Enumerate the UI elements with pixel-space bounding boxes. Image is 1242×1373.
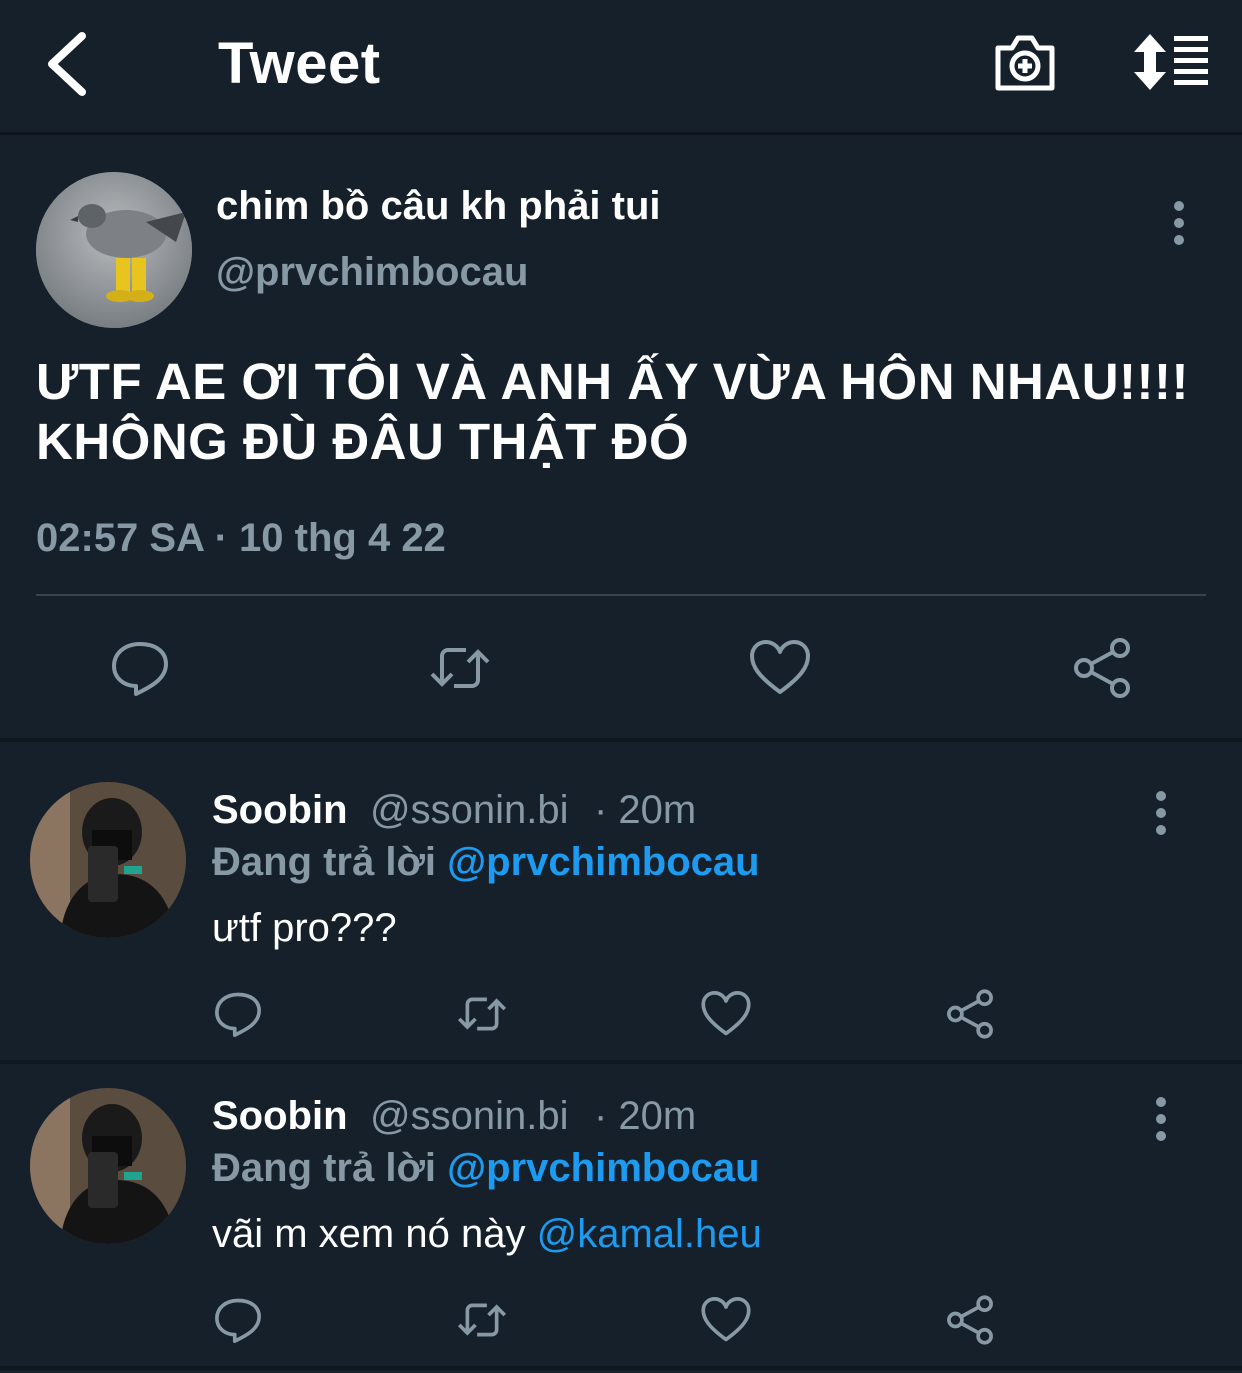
reply-text: vãi m xem nó này @kamal.heu xyxy=(212,1212,762,1257)
tweet-text: ƯTF AE ƠI TÔI VÀ ANH ẤY VỪA HÔN NHAU!!!!… xyxy=(36,353,1189,470)
reply-text-body: vãi m xem nó này xyxy=(212,1212,526,1256)
back-button[interactable] xyxy=(42,28,94,100)
tweet-more-button[interactable] xyxy=(1164,200,1194,246)
reply-text: ưtf pro??? xyxy=(212,906,397,951)
like-icon xyxy=(701,1297,751,1342)
replying-to: Đang trả lời @prvchimbocau xyxy=(212,1146,760,1191)
share-button[interactable] xyxy=(1070,636,1134,700)
camera-add-button[interactable] xyxy=(992,30,1058,96)
like-button[interactable] xyxy=(700,1294,752,1346)
reply-handle[interactable]: @ssonin.bi xyxy=(370,1094,568,1139)
like-icon xyxy=(701,991,751,1036)
share-icon xyxy=(947,1295,993,1345)
reply-more-button[interactable] xyxy=(1146,790,1176,836)
sort-lines-icon xyxy=(1134,34,1208,90)
page-title: Tweet xyxy=(218,31,381,96)
retweet-icon xyxy=(457,997,507,1031)
reply-more-button[interactable] xyxy=(1146,1096,1176,1142)
tweet-timestamp: 02:57 SA · 10 thg 4 22 xyxy=(36,516,446,560)
share-button[interactable] xyxy=(944,988,996,1040)
user-avatar-image xyxy=(30,782,186,938)
retweet-icon xyxy=(430,648,490,688)
sort-button[interactable] xyxy=(1130,30,1210,96)
reply-text-body: ưtf pro??? xyxy=(212,906,397,950)
section-divider xyxy=(0,1366,1242,1370)
more-vertical-icon xyxy=(1174,201,1184,245)
reply-avatar[interactable] xyxy=(30,782,186,938)
like-button[interactable] xyxy=(748,636,812,700)
replying-to: Đang trả lời @prvchimbocau xyxy=(212,840,760,885)
reply-icon xyxy=(215,1298,261,1343)
reply-button[interactable] xyxy=(212,1294,264,1346)
replying-to-label: Đang trả lời xyxy=(212,1146,437,1190)
retweet-button[interactable] xyxy=(456,988,508,1040)
divider xyxy=(36,594,1206,596)
like-button[interactable] xyxy=(700,988,752,1040)
author-display-name[interactable]: chim bồ câu kh phải tui xyxy=(216,184,661,229)
like-icon xyxy=(750,640,810,694)
author-handle[interactable]: @prvchimbocau xyxy=(216,250,528,295)
reply-avatar[interactable] xyxy=(30,1088,186,1244)
reply-button[interactable] xyxy=(108,636,172,700)
reply-handle[interactable]: @ssonin.bi xyxy=(370,788,568,833)
share-icon xyxy=(1074,638,1130,698)
author-avatar[interactable] xyxy=(36,172,192,328)
reply-icon xyxy=(215,992,261,1037)
replying-to-mention[interactable]: @prvchimbocau xyxy=(447,1146,759,1190)
section-divider xyxy=(0,1060,1242,1064)
user-avatar-image xyxy=(30,1088,186,1244)
reply-time: · 20m xyxy=(594,1094,697,1138)
share-button[interactable] xyxy=(944,1294,996,1346)
retweet-icon xyxy=(457,1303,507,1337)
camera-add-icon xyxy=(995,35,1055,91)
reply-icon xyxy=(112,642,168,696)
more-vertical-icon xyxy=(1156,791,1166,835)
chevron-left-icon xyxy=(48,32,86,96)
reply-time: · 20m xyxy=(594,788,697,832)
replying-to-label: Đang trả lời xyxy=(212,840,437,884)
share-icon xyxy=(947,989,993,1039)
reply-mention-link[interactable]: @kamal.heu xyxy=(537,1212,762,1256)
reply-button[interactable] xyxy=(212,988,264,1040)
replying-to-mention[interactable]: @prvchimbocau xyxy=(447,840,759,884)
retweet-button[interactable] xyxy=(456,1294,508,1346)
pigeon-avatar-image xyxy=(36,172,192,328)
more-vertical-icon xyxy=(1156,1097,1166,1141)
reply-display-name[interactable]: Soobin xyxy=(212,788,348,833)
retweet-button[interactable] xyxy=(428,636,492,700)
section-divider xyxy=(0,738,1242,742)
reply-display-name[interactable]: Soobin xyxy=(212,1094,348,1139)
